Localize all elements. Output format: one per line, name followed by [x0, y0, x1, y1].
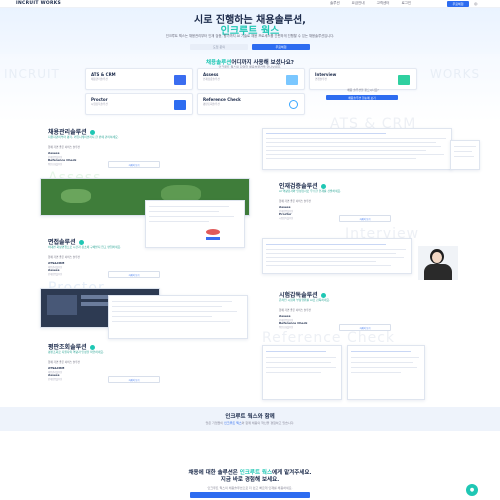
free-trial-nav-button[interactable]: 무료체험: [447, 0, 469, 7]
nav-item[interactable]: 솔루션: [330, 1, 340, 6]
partners-band: 인크루트 웍스와 함께 많은 기업들이 인크루트 웍스와 함께 채용의 혁신을 …: [0, 407, 500, 431]
service-sub: 평판조회솔루션: [279, 325, 294, 329]
cta-title: 채용에 대한 솔루션은 인크루트 웍스에게 맡겨주세요. 지금 바로 경험해 보…: [188, 470, 312, 483]
card-subtitle: 면접솔루션: [315, 78, 327, 81]
section-description: 온라인 시험의 부정행위를 AI로 감독하세요.: [279, 298, 330, 302]
service-sub: 인재검증솔루션: [48, 377, 63, 381]
watermark-text: Reference Check: [262, 330, 396, 346]
related-service[interactable]: ATS&CRM 채용관리솔루션 Assess 인재검증솔루션 자세히 보기: [48, 366, 168, 386]
chat-icon[interactable]: ●: [466, 484, 478, 496]
service-sub: 인재검증솔루션: [48, 272, 63, 276]
solutions-side-text: 채용 솔루션을 찾으시나요?: [347, 88, 379, 92]
nav-item[interactable]: 요금안내: [352, 1, 365, 6]
assess-panel: [145, 200, 245, 248]
magnifier-icon: [289, 100, 298, 109]
hero-description: 인크루트 웍스는 채용관리부터 인재 검증, 평가까지 AI 기술로 채용 프로…: [165, 34, 335, 38]
free-trial-button[interactable]: 무료체험: [252, 44, 310, 50]
watermark-text: INCRUIT: [4, 67, 60, 81]
band-subtitle: 많은 기업들이 인크루트 웍스와 함께 채용의 혁신을 경험하고 있습니다.: [205, 421, 295, 425]
section-description: 지원자관리부터 평가, 커뮤니케이션까지 한 번에 관리하세요.: [48, 135, 119, 139]
related-service[interactable]: ATS&CRM 채용관리솔루션 Assess 인재검증솔루션 자세히 보기: [48, 261, 168, 281]
related-label: 함께 가면 좋은 서비스 솔루션: [48, 256, 80, 259]
card-subtitle: 시험감독솔루션: [91, 103, 108, 106]
ats-side-panel: [450, 140, 480, 170]
main-nav: 솔루션 요금안내 고객센터 로그인: [330, 1, 411, 6]
detail-link[interactable]: 자세히 보기: [122, 378, 146, 382]
top-nav-bar: INCRUIT WORKS 솔루션 요금안내 고객센터 로그인 무료체험 ◎: [0, 0, 500, 8]
detail-link[interactable]: 자세히 보기: [122, 273, 146, 277]
document-icon: [286, 75, 298, 85]
solution-card-assess[interactable]: Assess 인재검증솔루션: [197, 68, 305, 90]
related-service[interactable]: Assess 인재검증솔루션 Proctor 시험감독솔루션 자세히 보기: [279, 205, 399, 225]
globe-icon[interactable]: ◎: [474, 1, 478, 6]
section-description: 비대면 화상면접으로 시간과 장소에 구애받지 않고 면접하세요.: [48, 245, 122, 249]
nav-item[interactable]: 로그인: [401, 1, 411, 6]
watermark-text: WORKS: [430, 67, 481, 81]
inquiry-button[interactable]: 도입 문의: [190, 44, 248, 50]
detail-link[interactable]: 자세히 보기: [122, 163, 146, 167]
cta-button[interactable]: [190, 492, 310, 498]
laptop-icon: [174, 100, 186, 110]
reference-screenshot-1: [262, 345, 342, 400]
proctor-panel: [108, 295, 248, 339]
band-title: 인크루트 웍스와 함께: [225, 414, 275, 420]
related-label: 함께 가면 좋은 서비스 솔루션: [48, 361, 80, 364]
monitor-icon: [174, 75, 186, 85]
related-service[interactable]: Assess 인재검증솔루션 Reference Check 평판조회솔루션 자…: [48, 151, 168, 171]
cta-subtitle: 인크루트 웍스의 채용솔루션으로 더 쉽고 빠르게 인재를 채용하세요.: [207, 486, 293, 490]
logo[interactable]: INCRUIT WORKS: [16, 1, 61, 6]
related-label: 함께 가면 좋은 서비스 솔루션: [48, 146, 80, 149]
solution-card-proctor[interactable]: Proctor 시험감독솔루션: [85, 93, 193, 115]
section-description: AI 역량검사와 인성검사로 우수한 인재를 선발하세요.: [279, 189, 342, 193]
card-subtitle: 평판조회솔루션: [203, 103, 220, 106]
solution-card-interview[interactable]: Interview 면접솔루션: [309, 68, 417, 90]
solution-card-reference[interactable]: Reference Check 평판조회솔루션: [197, 93, 305, 115]
reference-screenshot-2: [347, 345, 425, 400]
nav-item[interactable]: 고객센터: [377, 1, 390, 6]
solutions-overview: INCRUIT WORKS 채용솔루션어디까지 사용해 보셨나요? 인크루트 웍…: [0, 54, 500, 122]
service-sub: 시험감독솔루션: [279, 216, 294, 220]
section-description: 평판조회로 지원자의 역량과 인성을 확인하세요.: [48, 350, 104, 354]
related-label: 함께 가면 좋은 서비스 솔루션: [279, 309, 311, 312]
solution-card-ats[interactable]: ATS & CRM 채용관리솔루션: [85, 68, 193, 90]
detail-link[interactable]: 자세히 보기: [353, 217, 377, 221]
card-subtitle: 인재검증솔루션: [203, 78, 220, 81]
interviewee-photo: [418, 246, 458, 280]
hero-section: 시로 진행하는 채용솔루션, 인크루트 웍스 인크루트 웍스는 채용관리부터 인…: [0, 8, 500, 54]
ats-screenshot: [262, 128, 452, 170]
related-label: 함께 가면 좋은 서비스 솔루션: [279, 200, 311, 203]
card-subtitle: 채용관리솔루션: [91, 78, 108, 81]
view-all-solutions-button[interactable]: 채용솔루션 한눈에 보기: [326, 95, 398, 100]
detail-link[interactable]: 자세히 보기: [353, 326, 377, 330]
service-sub: 평판조회솔루션: [48, 162, 63, 166]
video-chat-icon: [398, 75, 410, 85]
interview-screenshot: [262, 238, 412, 274]
